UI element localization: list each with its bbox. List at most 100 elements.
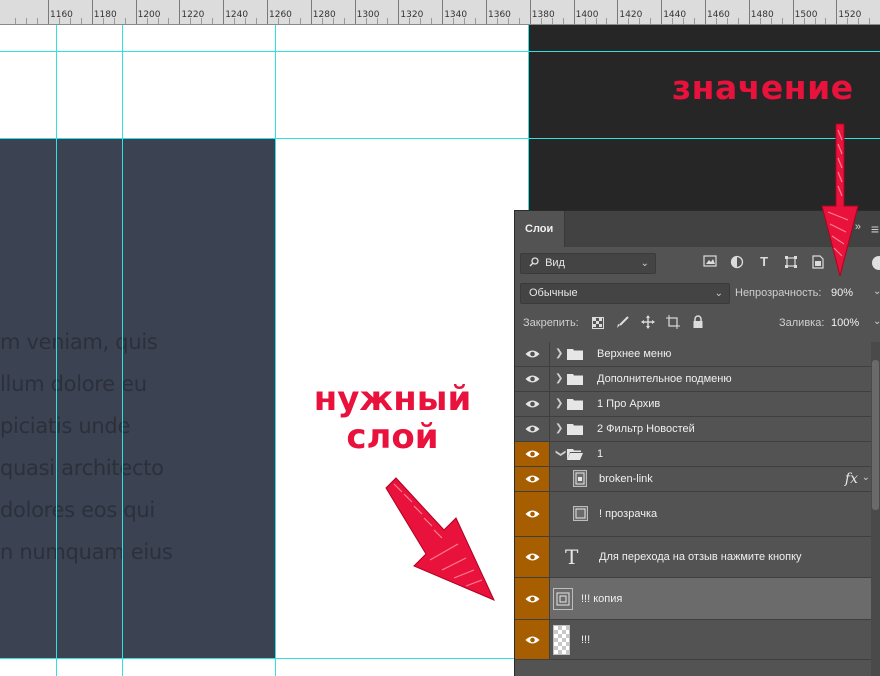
chevron-right-icon[interactable]: ❯ <box>555 347 565 361</box>
ruler-minor-tick <box>507 18 509 24</box>
visibility-toggle[interactable] <box>515 392 550 416</box>
layer-row[interactable]: ❯ 2 Фильтр Новостей <box>515 417 872 442</box>
eye-icon <box>525 553 540 561</box>
layer-row[interactable]: ❯ Верхнее меню <box>515 342 872 367</box>
layer-name: 1 Про Архив <box>597 398 661 410</box>
ruler-minor-tick <box>420 18 422 24</box>
eye-icon <box>525 595 540 602</box>
ruler-minor-tick <box>606 18 608 24</box>
raster-thumbnail <box>553 624 570 655</box>
shape-filter-icon[interactable] <box>784 255 798 269</box>
smart-object-thumbnail <box>573 506 588 521</box>
filter-icons: T <box>703 255 835 273</box>
ruler-minor-tick <box>869 18 871 24</box>
visibility-toggle[interactable] <box>515 620 550 659</box>
ruler-minor-tick <box>245 18 247 24</box>
chevron-right-icon[interactable]: ❯ <box>555 397 565 411</box>
ruler-minor-tick <box>387 18 389 24</box>
image-filter-icon[interactable] <box>703 255 717 269</box>
visibility-toggle[interactable] <box>515 367 550 391</box>
visibility-toggle[interactable] <box>515 537 550 577</box>
eye-icon <box>525 450 540 458</box>
lock-transparency-icon[interactable] <box>591 317 605 331</box>
ruler-minor-tick <box>365 18 367 24</box>
opacity-field[interactable]: 90% <box>831 287 853 299</box>
layer-name: broken-link <box>599 473 653 485</box>
ruler-minor-tick <box>26 18 28 24</box>
visibility-toggle[interactable] <box>515 578 550 619</box>
layer-row[interactable]: ! прозрачка <box>515 492 872 537</box>
horizontal-ruler[interactable]: 1160 1180 1200 1220 1240 1260 1280 1300 1320 1340… <box>0 0 880 25</box>
layers-scrollbar[interactable] <box>871 342 880 676</box>
ruler-minor-tick <box>628 18 630 24</box>
layer-row[interactable]: ❯ 1 <box>515 442 872 467</box>
type-filter-icon[interactable]: T <box>757 255 771 269</box>
visibility-toggle[interactable] <box>515 442 550 466</box>
body-text-line: n numquam eius <box>0 540 173 564</box>
ruler-minor-tick <box>847 18 849 24</box>
visibility-toggle[interactable] <box>515 417 550 441</box>
layer-row[interactable]: broken-link fx ⌄ <box>515 467 872 492</box>
layer-row[interactable]: ❯ Дополнительное подменю <box>515 367 872 392</box>
panel-menu-icon[interactable]: ≡ <box>871 221 879 237</box>
layer-effects-icon[interactable]: fx <box>845 471 858 487</box>
lock-all-icon[interactable] <box>691 315 705 329</box>
lock-position-icon[interactable] <box>641 315 656 329</box>
ruler-minor-tick <box>234 18 236 24</box>
eye-icon <box>525 510 540 518</box>
chevron-right-icon[interactable]: ❯ <box>555 372 565 386</box>
fill-field[interactable]: 100% <box>831 317 859 329</box>
search-icon <box>529 255 539 267</box>
ruler-minor-tick <box>726 18 728 24</box>
chevron-down-icon[interactable]: ⌄ <box>873 286 880 297</box>
layer-row[interactable]: !!! копия <box>515 578 872 620</box>
text-layer-icon: T <box>565 545 579 569</box>
chevron-right-icon[interactable]: ❯ <box>555 422 565 436</box>
ruler-minor-tick <box>256 18 258 24</box>
ruler-minor-tick <box>639 18 641 24</box>
chevron-down-icon[interactable]: ❯ <box>553 449 567 459</box>
body-text-line: llum dolore eu <box>0 372 147 396</box>
ruler-minor-tick <box>595 18 597 24</box>
ruler-minor-tick <box>69 18 71 24</box>
lock-label: Закрепить: <box>523 317 579 329</box>
ruler-minor-tick <box>562 18 564 24</box>
blend-mode-select[interactable]: Обычные ⌄ <box>520 283 730 304</box>
body-text-line: dolores eos qui <box>0 498 155 522</box>
tab-layers[interactable]: Слои <box>515 211 565 247</box>
chevron-down-icon[interactable]: ⌄ <box>862 472 870 483</box>
guide-line[interactable] <box>122 25 123 676</box>
layer-row[interactable]: ❯ 1 Про Архив <box>515 392 872 417</box>
eye-icon <box>525 425 540 433</box>
ruler-minor-tick <box>212 18 214 24</box>
adjustment-filter-icon[interactable] <box>730 255 744 269</box>
guide-line[interactable] <box>275 25 276 676</box>
layer-filter-select[interactable]: Вид ⌄ <box>520 253 656 274</box>
ruler-minor-tick <box>540 18 542 24</box>
ruler-minor-tick <box>124 18 126 24</box>
guide-line[interactable] <box>56 25 57 676</box>
lock-artboard-icon[interactable] <box>666 315 681 329</box>
visibility-toggle[interactable] <box>515 492 550 536</box>
visibility-toggle[interactable] <box>515 342 550 366</box>
layer-name: Дополнительное подменю <box>597 373 732 385</box>
chevron-down-icon[interactable]: ⌄ <box>873 316 880 327</box>
ruler-minor-tick <box>343 18 345 24</box>
filter-toggle[interactable] <box>872 256 880 270</box>
ruler-minor-tick <box>332 18 334 24</box>
ruler-minor-tick <box>551 18 553 24</box>
ruler-minor-tick <box>321 18 323 24</box>
eye-icon <box>525 475 540 483</box>
layer-row[interactable]: T Для перехода на отзыв нажмите кнопку <box>515 537 872 578</box>
body-text-line: piciatis unde <box>0 414 131 438</box>
visibility-toggle[interactable] <box>515 467 550 491</box>
lock-icons <box>591 315 713 332</box>
guide-line[interactable] <box>0 138 880 139</box>
lock-pixels-icon[interactable] <box>616 315 630 329</box>
ruler-minor-tick <box>58 18 60 24</box>
guide-line[interactable] <box>0 51 880 52</box>
layer-row[interactable]: !!! <box>515 620 872 660</box>
filter-value: Вид <box>545 257 565 269</box>
scrollbar-thumb[interactable] <box>872 360 879 510</box>
ruler-minor-tick <box>496 18 498 24</box>
